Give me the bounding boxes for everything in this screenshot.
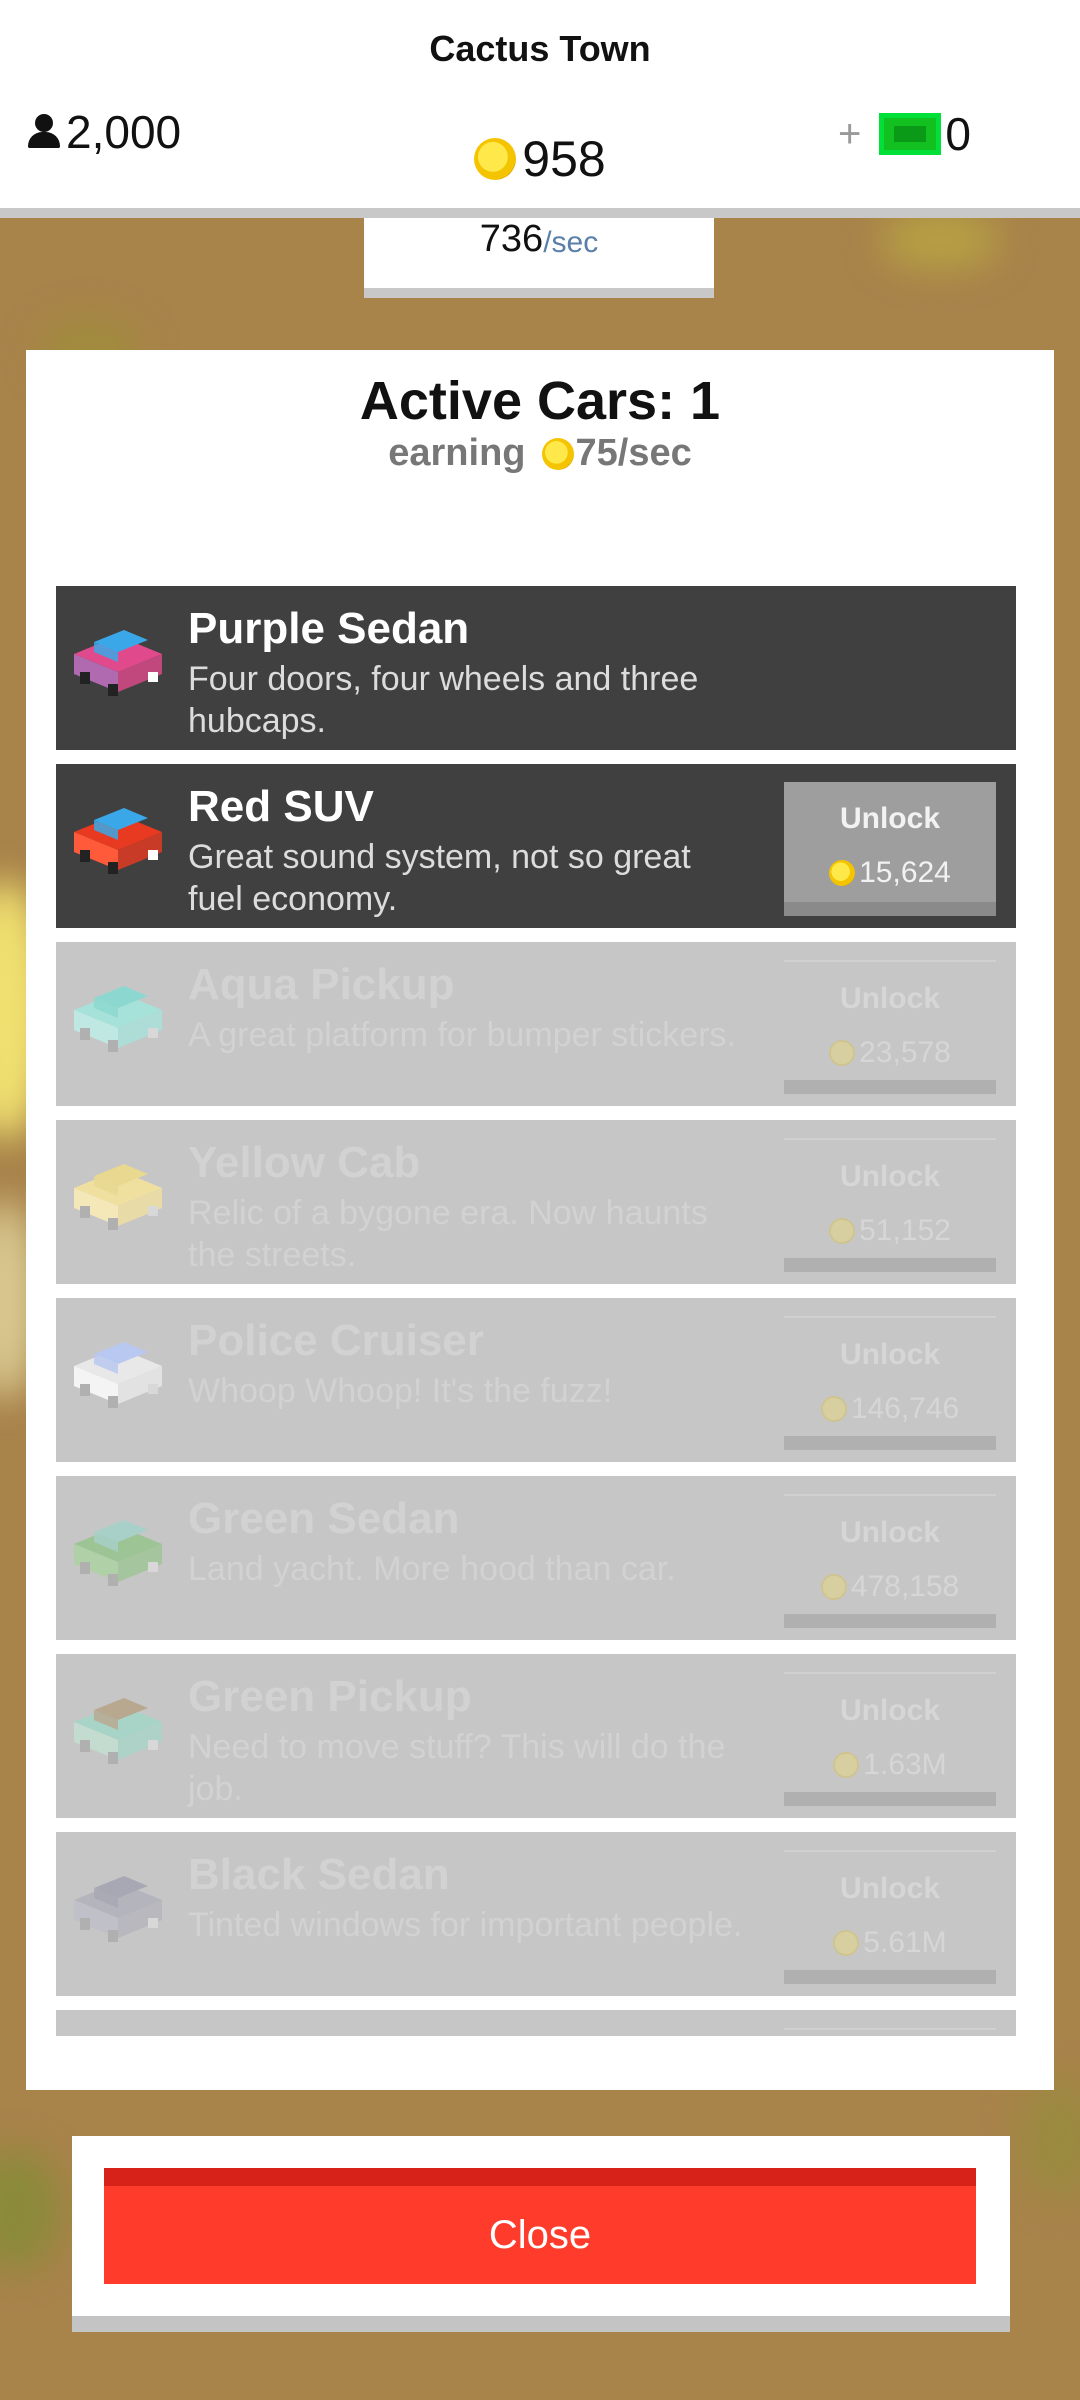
unlock-button[interactable]: Unlock 1.63M	[784, 1672, 996, 1806]
unlock-label: Unlock	[839, 1516, 941, 1549]
unlock-button[interactable]: Unlock 51,152	[784, 1138, 996, 1272]
car-description: Great sound system, not so great fuel ec…	[188, 838, 691, 918]
car-list[interactable]: Purple Sedan Four doors, four wheels and …	[56, 586, 1016, 2036]
purple-sedan-icon	[74, 630, 162, 696]
coin-icon	[833, 1752, 860, 1778]
coin-value: 958	[522, 131, 606, 187]
unlock-button[interactable]: Unlock 23,578	[784, 960, 996, 1094]
price-value: 1.63M	[863, 1748, 947, 1781]
car-row: Police Cruiser Whoop Whoop! It's the fuzz…	[56, 1298, 1016, 1462]
car-name: Purple Sedan	[188, 604, 470, 653]
car-name: Green Pickup	[188, 1672, 472, 1721]
red-suv-icon	[74, 808, 162, 874]
green-sedan-icon	[74, 1520, 162, 1586]
car-row: Red SUV Great sound system, not so great …	[56, 764, 1016, 928]
car-name: Aqua Pickup	[188, 960, 455, 1009]
top-hud: Cactus Town 2,000 958 + 0	[0, 0, 1080, 218]
car-description: Tinted windows for important people.	[188, 1906, 743, 1944]
earning-label: earning	[388, 432, 526, 474]
price-value: 478,158	[850, 1570, 960, 1603]
earning-summary: earning 75/sec	[26, 432, 1054, 475]
car-row: Purple Sedan Four doors, four wheels and …	[56, 586, 1016, 750]
unlock-label: Unlock	[839, 1694, 941, 1727]
yellow-cab-icon	[74, 1164, 162, 1230]
car-name: Green Sedan	[188, 1494, 460, 1543]
police-cruiser-icon	[74, 1342, 162, 1408]
income-rate-suffix: /sec	[543, 226, 599, 259]
price-value: 5.61M	[863, 1926, 947, 1959]
price-value: 51,152	[859, 1214, 951, 1247]
car-description: Need to move stuff? This will do the job…	[188, 1728, 726, 1808]
coin-icon	[829, 1218, 856, 1244]
unlock-label: Unlock	[839, 982, 941, 1015]
unlock-label: Unlock	[839, 1338, 941, 1371]
aqua-pickup-icon	[74, 986, 162, 1052]
car-description: Whoop Whoop! It's the fuzz!	[188, 1372, 613, 1410]
unlock-button[interactable]: Unlock 5.61M	[784, 1850, 996, 1984]
car-icon	[68, 2034, 168, 2036]
unlock-button[interactable]: Unlock 15,624	[784, 782, 996, 916]
car-description: A great platform for bumper stickers.	[188, 1016, 736, 1054]
coin-icon	[541, 437, 574, 470]
car-row: Yellow Cab Relic of a bygone era. Now hau…	[56, 1120, 1016, 1284]
cash-value: 0	[945, 108, 971, 160]
car-name: Black Sedan	[188, 1850, 450, 1899]
car-row: Green Pickup Need to move stuff? This wil…	[56, 1654, 1016, 1818]
car-description: Relic of a bygone era. Now haunts the st…	[188, 1194, 708, 1274]
unlock-price: 478,158	[784, 1570, 996, 1604]
unlock-label: Unlock	[839, 1160, 941, 1193]
plus-icon[interactable]: +	[838, 112, 861, 157]
unlock-button[interactable]: Unlock 146,746	[784, 1316, 996, 1450]
price-value: 23,578	[859, 1036, 951, 1069]
unlock-price: 15,624	[784, 856, 996, 890]
black-sedan-icon	[74, 1876, 162, 1942]
car-name: Red SUV	[188, 782, 374, 831]
coin-icon	[833, 1930, 860, 1956]
unlock-button[interactable]	[784, 2028, 996, 2036]
car-row	[56, 2010, 1016, 2036]
car-name: Police Cruiser	[188, 1316, 484, 1365]
car-row: Black Sedan Tinted windows for important …	[56, 1832, 1016, 1996]
coin-icon	[820, 1396, 847, 1422]
unlock-price: 5.61M	[784, 1926, 996, 1960]
cash-icon	[879, 113, 942, 155]
close-button[interactable]: Close	[104, 2168, 976, 2284]
car-row: Green Sedan Land yacht. More hood than ca…	[56, 1476, 1016, 1640]
income-rate-tab: 736/sec	[364, 218, 714, 298]
cash-counter[interactable]: + 0	[838, 104, 971, 164]
unlock-button[interactable]: Unlock 478,158	[784, 1494, 996, 1628]
price-value: 15,624	[859, 856, 951, 889]
coin-icon	[820, 1574, 847, 1600]
panel-title: Active Cars: 1	[359, 371, 721, 431]
earning-rate: 75/sec	[575, 432, 692, 474]
income-rate-value: 736	[479, 218, 544, 260]
car-name: Yellow Cab	[188, 1138, 421, 1187]
unlock-price: 23,578	[784, 1036, 996, 1070]
cars-panel: Active Cars: 1 earning 75/sec Purple Sed…	[26, 350, 1054, 2090]
unlock-price: 51,152	[784, 1214, 996, 1248]
close-area: Close	[72, 2136, 1010, 2332]
unlock-price: 1.63M	[784, 1748, 996, 1782]
car-description: Four doors, four wheels and three hubcap…	[188, 660, 699, 740]
car-description: Land yacht. More hood than car.	[188, 1550, 676, 1588]
unlock-price: 146,746	[784, 1392, 996, 1426]
coin-icon	[474, 138, 517, 180]
coin-icon	[829, 1040, 856, 1066]
coin-icon	[829, 860, 856, 886]
green-pickup-icon	[74, 1698, 162, 1764]
unlock-label: Unlock	[839, 1872, 941, 1905]
price-value: 146,746	[850, 1392, 960, 1425]
unlock-label: Unlock	[839, 802, 941, 835]
car-row: Aqua Pickup A great platform for bumper s…	[56, 942, 1016, 1106]
town-name: Cactus Town	[429, 28, 651, 69]
